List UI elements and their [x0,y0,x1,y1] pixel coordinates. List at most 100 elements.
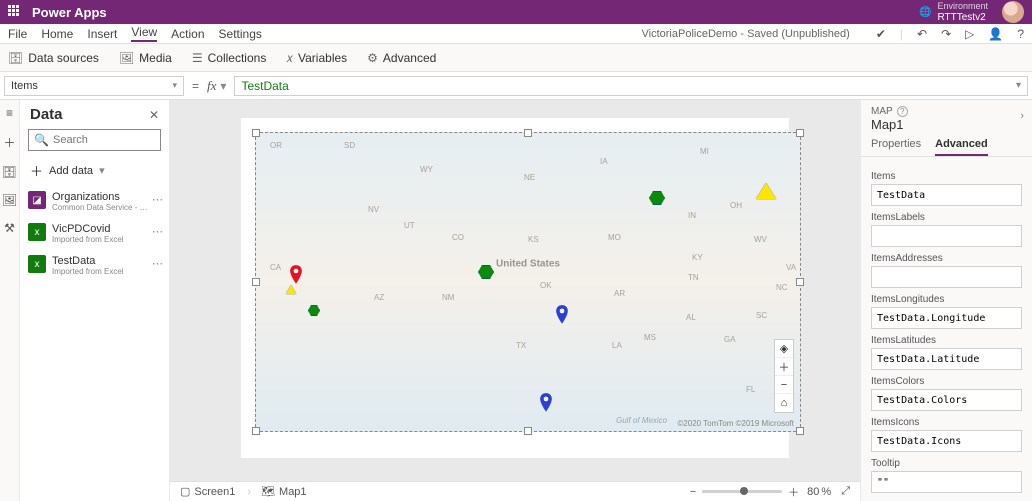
environment-icon: 🌐 [919,7,931,18]
close-icon[interactable]: ✕ [149,108,159,122]
prop-input-itemslatitudes[interactable] [871,348,1022,370]
hexagon-marker[interactable] [478,265,494,279]
prop-input-itemscolors[interactable] [871,389,1022,411]
tree-view-icon[interactable]: ≡ [6,106,13,120]
zoom-value: 80 [807,486,819,498]
divider: | [900,27,903,41]
triangle-marker[interactable] [286,285,296,294]
play-icon[interactable]: ▷ [965,27,974,41]
tab-properties[interactable]: Properties [871,138,921,156]
prop-input-itemsaddresses[interactable] [871,266,1022,288]
map-control[interactable]: United States OR SD WY NE IA MI NV UT CO… [255,132,801,432]
prop-input-itemsicons[interactable] [871,430,1022,452]
datasource-icon: x [28,223,46,241]
control-type: MAP [871,106,893,117]
gulf-label: Gulf of Mexico [616,416,667,425]
data-icon[interactable]: 🗄 [0,165,17,179]
prop-label: Items [871,171,1022,182]
prop-input-items[interactable] [871,184,1022,206]
datasource-item[interactable]: ◪OrganizationsCommon Data Service - Curr… [20,186,169,218]
tab-advanced[interactable]: Advanced [935,138,988,156]
pin-marker[interactable] [289,265,303,285]
pin-marker[interactable] [539,393,553,413]
map-copyright: ©2020 TomTom ©2019 Microsoft [677,419,794,428]
chevron-down-icon[interactable]: ▾ [220,79,226,93]
chevron-down-icon[interactable]: ▾ [1016,80,1021,91]
resize-handle[interactable] [524,129,532,137]
search-icon: 🔍 [34,133,49,147]
insert-icon[interactable]: ＋ [3,134,15,151]
menu-insert[interactable]: Insert [87,27,117,41]
map-home-button[interactable]: ⌂ [775,394,793,412]
ribbon-advanced[interactable]: ⚙Advanced [367,51,436,65]
hexagon-marker[interactable] [649,191,665,205]
breadcrumb-screen[interactable]: ▢ Screen1 [180,485,235,498]
map-zoom-out-button[interactable]: − [775,376,793,394]
media-icon[interactable]: 🖼 [2,193,17,207]
prop-label: ItemsAddresses [871,253,1022,264]
ribbon-collections[interactable]: ☰Collections [192,51,266,65]
map-label: United States [496,259,560,270]
more-icon[interactable]: ⋯ [152,257,163,270]
add-data-button[interactable]: ＋ Add data ▾ [20,157,169,186]
resize-handle[interactable] [252,427,260,435]
redo-icon[interactable]: ↷ [941,27,951,41]
app-checker-icon[interactable]: ✔ [876,27,886,41]
environment-picker[interactable]: 🌐 Environment RTTTestv2 [919,1,988,23]
prop-label: ItemsColors [871,376,1022,387]
chevron-down-icon: ▾ [172,80,177,91]
undo-icon[interactable]: ↶ [917,27,927,41]
advanced-tools-icon[interactable]: ⚒ [4,221,15,235]
property-dropdown[interactable]: Items ▾ [4,76,184,96]
document-name: VictoriaPoliceDemo - Saved (Unpublished) [642,28,850,40]
more-icon[interactable]: ⋯ [152,193,163,206]
equals-sign: = [192,79,199,93]
datasource-item[interactable]: xTestDataImported from Excel⋯ [20,250,169,282]
menu-view[interactable]: View [131,25,157,42]
app-screen[interactable]: United States OR SD WY NE IA MI NV UT CO… [241,118,789,458]
datasource-item[interactable]: xVicPDCovidImported from Excel⋯ [20,218,169,250]
datasource-icon: ◪ [28,191,46,209]
share-icon[interactable]: 👤 [988,27,1003,41]
resize-handle[interactable] [796,278,804,286]
menu-settings[interactable]: Settings [219,27,262,41]
help-icon[interactable]: ? [1017,27,1024,41]
plus-icon: ＋ [30,161,43,180]
datasource-icon: x [28,255,46,273]
fx-icon: fx [207,78,216,94]
control-name: Map1 [861,117,1032,138]
zoom-out-button[interactable]: − [690,486,696,498]
resize-handle[interactable] [252,129,260,137]
map-zoom-in-button[interactable]: ＋ [775,358,793,376]
ribbon-variables[interactable]: 𝑥Variables [286,51,347,65]
waffle-icon[interactable] [8,5,22,19]
ribbon-data-sources[interactable]: 🗄Data sources [8,51,99,65]
avatar[interactable] [1002,1,1024,23]
data-panel-title: Data [30,106,63,123]
expand-icon[interactable]: › [1020,110,1024,122]
triangle-marker[interactable] [756,183,776,199]
map-tilt-button[interactable]: ◈ [775,340,793,358]
zoom-slider[interactable] [702,490,782,493]
pin-marker[interactable] [555,305,569,325]
screen-icon: ▢ [180,485,190,498]
fit-to-window-icon[interactable]: ⤢ [841,485,850,498]
prop-input-tooltip[interactable] [871,471,1022,493]
breadcrumb-control[interactable]: 🗺 Map1 [261,485,307,498]
menu-file[interactable]: File [8,27,27,41]
prop-label: ItemsLatitudes [871,335,1022,346]
formula-input[interactable]: TestData ▾ [234,76,1028,96]
help-icon[interactable]: ? [897,106,908,117]
ribbon-media[interactable]: 🖼Media [119,51,172,65]
zoom-in-button[interactable]: ＋ [788,484,799,500]
prop-input-itemslongitudes[interactable] [871,307,1022,329]
resize-handle[interactable] [796,427,804,435]
hexagon-marker[interactable] [308,305,320,316]
more-icon[interactable]: ⋯ [152,225,163,238]
resize-handle[interactable] [252,278,260,286]
resize-handle[interactable] [524,427,532,435]
prop-input-itemslabels[interactable] [871,225,1022,247]
menu-action[interactable]: Action [171,27,204,41]
resize-handle[interactable] [796,129,804,137]
menu-home[interactable]: Home [41,27,73,41]
